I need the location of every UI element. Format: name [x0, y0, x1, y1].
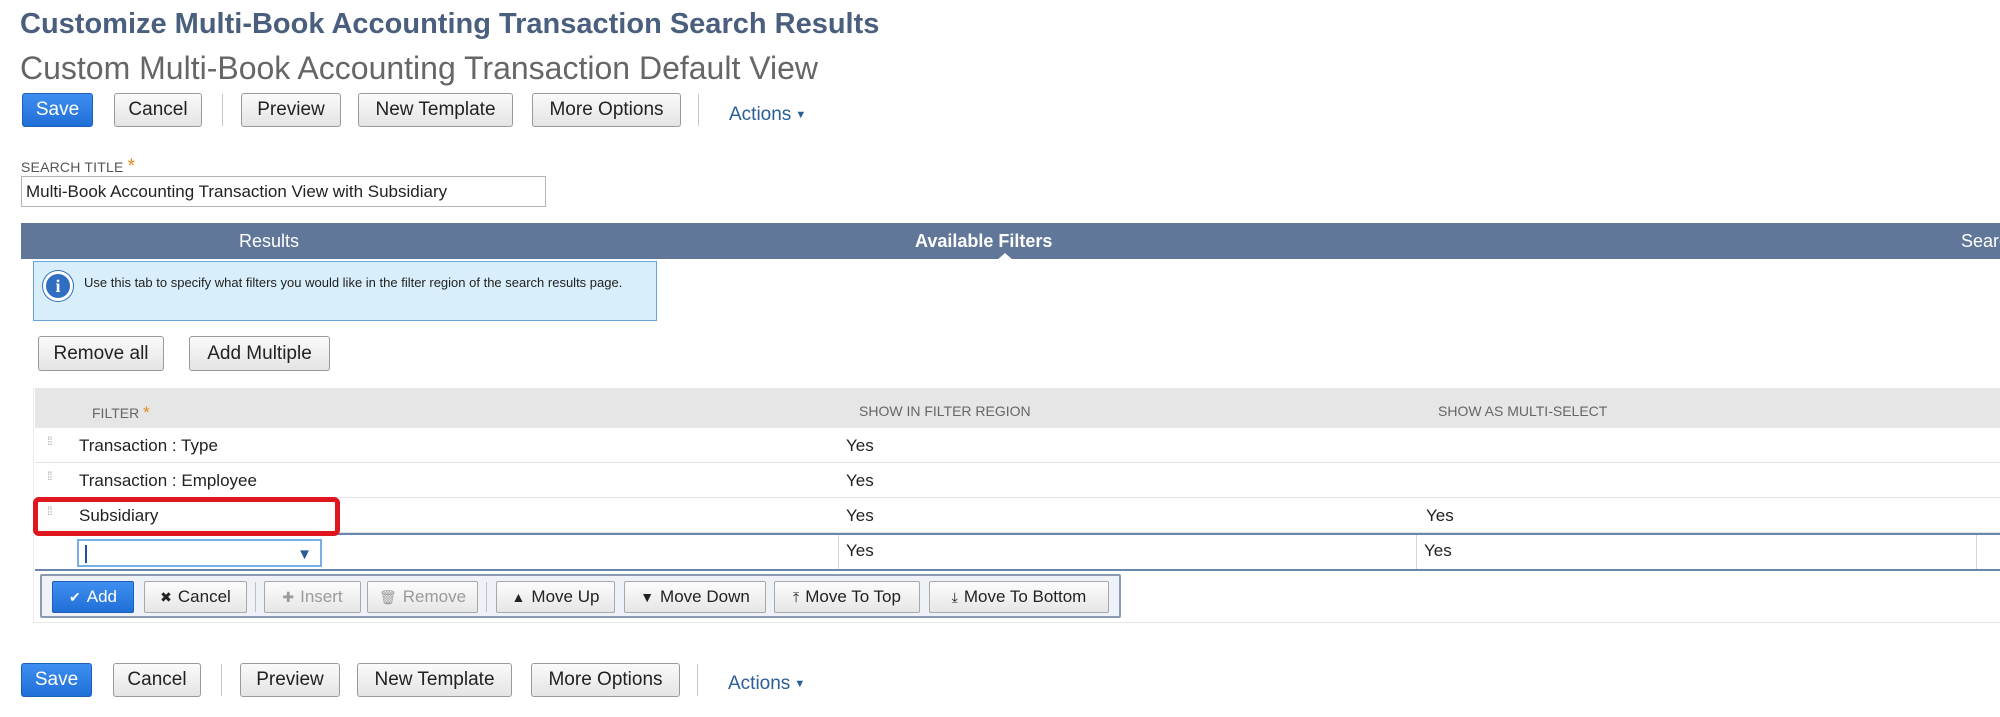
- more-options-button-bottom[interactable]: More Options: [531, 663, 680, 697]
- cancel-button[interactable]: Cancel: [114, 93, 202, 127]
- toolbar-divider: [222, 94, 223, 126]
- remove-all-button[interactable]: Remove all: [38, 336, 164, 371]
- header-filter: FILTER *: [92, 403, 150, 422]
- add-multiple-button[interactable]: Add Multiple: [189, 336, 330, 371]
- highlight-annotation: [33, 497, 340, 536]
- tab-results[interactable]: Results: [239, 223, 299, 259]
- save-button[interactable]: Save: [22, 93, 93, 127]
- close-icon: ✖: [160, 588, 172, 605]
- move-to-bottom-icon: ⤓: [951, 588, 958, 605]
- more-options-button[interactable]: More Options: [532, 93, 681, 127]
- actions-menu[interactable]: Actions ▼: [729, 104, 806, 126]
- insert-row-button[interactable]: ✚ Insert: [264, 581, 361, 613]
- trash-icon: 🗑: [378, 588, 397, 605]
- search-title-label: SEARCH TITLE *: [21, 156, 136, 177]
- page-title: Customize Multi-Book Accounting Transact…: [20, 8, 880, 40]
- tab-bar: Results Available Filters Searc: [21, 223, 2000, 261]
- move-up-button[interactable]: ▲ Move Up: [496, 581, 615, 613]
- info-icon: i: [43, 271, 73, 301]
- actions-label: Actions: [729, 104, 792, 125]
- text-cursor: [85, 545, 87, 563]
- header-show-in-filter-region: SHOW IN FILTER REGION: [859, 403, 1031, 419]
- actions-menu-bottom[interactable]: Actions ▼: [728, 673, 805, 695]
- drag-handle-icon[interactable]: ⁞⁞: [47, 435, 53, 447]
- new-template-button[interactable]: New Template: [358, 93, 513, 127]
- table-row[interactable]: ⁞⁞ Transaction : Employee Yes: [35, 463, 2000, 498]
- show-in-region-cell: Yes: [846, 436, 874, 455]
- cancel-row-button[interactable]: ✖ Cancel: [144, 581, 247, 613]
- toolbar-divider: [221, 664, 222, 696]
- required-marker: *: [127, 156, 136, 177]
- row-edit-toolbar: ✔ Add ✖ Cancel ✚ Insert 🗑 Remove ▲ Move …: [40, 574, 1121, 618]
- filter-cell: Transaction : Type: [79, 436, 218, 455]
- page-subtitle: Custom Multi-Book Accounting Transaction…: [20, 50, 819, 86]
- tab-search[interactable]: Searc: [1961, 223, 2000, 259]
- show-multi-value: Yes: [1424, 541, 1452, 560]
- edit-row[interactable]: Yes Yes ▼: [35, 533, 2000, 571]
- move-to-top-button[interactable]: ⤒ Move To Top: [774, 581, 920, 613]
- cancel-button-bottom[interactable]: Cancel: [113, 663, 201, 697]
- toolbar-divider: [697, 664, 698, 696]
- toolbar-divider: [698, 94, 699, 126]
- add-row-button[interactable]: ✔ Add: [52, 581, 134, 613]
- preview-button[interactable]: Preview: [241, 93, 341, 127]
- checkmark-icon: ✔: [69, 588, 81, 605]
- search-title-input[interactable]: [21, 176, 546, 207]
- caret-down-icon: ▼: [795, 109, 807, 121]
- table-row[interactable]: ⁞⁞ Transaction : Type Yes: [35, 428, 2000, 463]
- remove-row-button[interactable]: 🗑 Remove: [367, 581, 478, 613]
- toolbar-divider: [486, 582, 487, 612]
- move-to-top-icon: ⤒: [793, 588, 800, 605]
- toolbar-divider: [255, 582, 256, 612]
- show-multi-cell: Yes: [1426, 506, 1454, 525]
- chevron-down-icon[interactable]: ▼: [297, 546, 312, 563]
- show-in-region-value: Yes: [846, 541, 874, 560]
- edit-show-multi-cell[interactable]: Yes: [1416, 535, 1977, 569]
- info-text: Use this tab to specify what filters you…: [84, 275, 623, 290]
- preview-button-bottom[interactable]: Preview: [240, 663, 340, 697]
- required-marker: *: [143, 403, 150, 422]
- caret-down-icon: ▼: [794, 678, 806, 690]
- arrow-up-icon: ▲: [511, 589, 526, 605]
- move-down-button[interactable]: ▼ Move Down: [624, 581, 766, 613]
- grid-bottom-border: [33, 622, 2000, 623]
- save-button-bottom[interactable]: Save: [21, 663, 92, 697]
- grid-header: FILTER * SHOW IN FILTER REGION SHOW AS M…: [35, 388, 2000, 428]
- arrow-down-icon: ▼: [640, 589, 655, 605]
- header-show-as-multi-select: SHOW AS MULTI-SELECT: [1438, 403, 1608, 419]
- edit-show-in-region-cell[interactable]: Yes: [838, 535, 1417, 569]
- filter-select[interactable]: ▼: [77, 539, 322, 567]
- drag-handle-icon[interactable]: ⁞⁞: [47, 470, 53, 482]
- active-tab-indicator: [996, 253, 1014, 261]
- show-in-region-cell: Yes: [846, 506, 874, 525]
- actions-label: Actions: [728, 673, 791, 694]
- info-message: i Use this tab to specify what filters y…: [33, 261, 657, 321]
- tab-available-filters[interactable]: Available Filters: [915, 223, 1052, 259]
- plus-icon: ✚: [282, 588, 295, 605]
- show-in-region-cell: Yes: [846, 471, 874, 490]
- filter-cell: Transaction : Employee: [79, 471, 257, 490]
- new-template-button-bottom[interactable]: New Template: [357, 663, 512, 697]
- move-to-bottom-button[interactable]: ⤓ Move To Bottom: [929, 581, 1109, 613]
